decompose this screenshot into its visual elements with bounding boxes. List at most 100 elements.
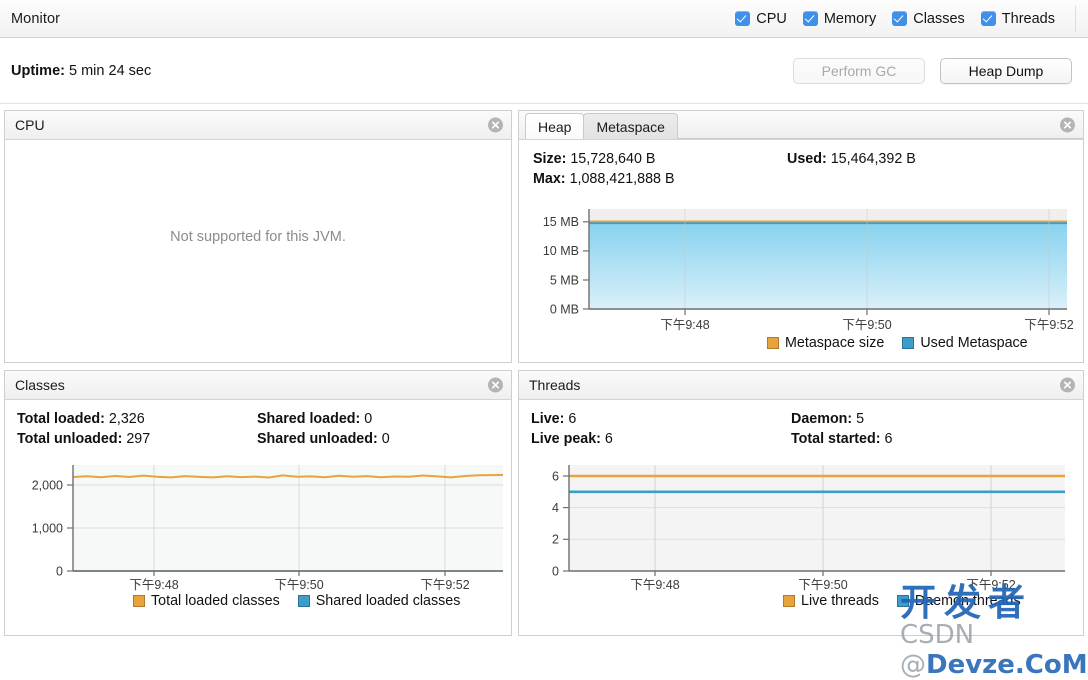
checkbox-threads-label: Threads xyxy=(1001,10,1055,27)
threads-stat-live-value: 6 xyxy=(568,411,577,427)
memory-stat-size-label: Size: xyxy=(533,151,567,167)
checkbox-memory[interactable]: Memory xyxy=(802,10,877,27)
uptime-row: Uptime: 5 min 24 sec Perform GC Heap Dum… xyxy=(0,38,1088,104)
checkbox-classes[interactable]: Classes xyxy=(892,11,965,27)
checkbox-classes-label: Classes xyxy=(913,10,965,27)
cpu-panel-title: CPU xyxy=(15,117,45,133)
uptime-label: Uptime: xyxy=(11,62,65,79)
cpu-panel-header: CPU xyxy=(5,111,511,140)
legend-swatch-icon xyxy=(297,595,310,607)
legend-swatch-icon xyxy=(783,595,795,607)
classes-panel-title: Classes xyxy=(15,377,65,393)
check-icon xyxy=(980,11,996,26)
classes-stat-total-unloaded: Total unloaded: 297 xyxy=(17,431,150,447)
classes-stat-shared-loaded: Shared loaded: 0 xyxy=(257,411,390,427)
close-icon[interactable] xyxy=(488,377,503,393)
classes-stat-total-unloaded-value: 297 xyxy=(126,431,151,447)
memory-tabs: Heap Metaspace xyxy=(519,111,1083,140)
memory-stat-max: Max: 1,088,421,888 B xyxy=(533,171,675,187)
page-title: Monitor xyxy=(11,10,61,27)
checkbox-threads[interactable]: Threads xyxy=(980,10,1055,27)
toolbar-divider xyxy=(1075,5,1076,32)
threads-panel: Threads Live: 6 Live peak: 6 Daemon: 5 T… xyxy=(518,370,1084,636)
threads-panel-header: Threads xyxy=(519,371,1083,400)
legend-label: Daemon threads xyxy=(914,593,1021,609)
threads-stat-live-peak-label: Live peak: xyxy=(531,431,601,447)
legend-swatch-icon xyxy=(767,337,779,349)
y-tick-label: 0 xyxy=(56,565,63,579)
x-tick-label: 下午9:52 xyxy=(1024,318,1073,332)
y-tick-label: 4 xyxy=(552,501,559,515)
classes-stat-shared-unloaded: Shared unloaded: 0 xyxy=(257,431,390,447)
x-tick-label: 下午9:48 xyxy=(129,578,178,592)
close-icon[interactable] xyxy=(1060,117,1075,133)
legend-swatch-icon xyxy=(133,595,145,607)
memory-panel: Heap Metaspace Size: 15,728,640 B Max: 1… xyxy=(518,110,1084,363)
monitor-toolbar: Monitor CPU Memory Classes Threads xyxy=(0,0,1088,38)
heap-dump-button[interactable]: Heap Dump xyxy=(940,57,1072,84)
threads-stats-right: Daemon: 5 Total started: 6 xyxy=(791,411,892,451)
legend-label: Shared loaded classes xyxy=(315,593,461,609)
checkbox-memory-label: Memory xyxy=(823,10,877,27)
classes-stat-shared-unloaded-value: 0 xyxy=(381,431,390,447)
legend-item-shared-loaded-classes: Shared loaded classes xyxy=(297,593,461,609)
memory-stats-right: Used: 15,464,392 B xyxy=(787,151,916,171)
memory-stat-used: Used: 15,464,392 B xyxy=(787,151,916,167)
watermark-sub-brand: Devze.CoM xyxy=(926,650,1088,680)
classes-stat-total-unloaded-label: Total unloaded: xyxy=(17,431,123,447)
uptime-value: 5 min 24 sec xyxy=(69,62,152,79)
perform-gc-button[interactable]: Perform GC xyxy=(793,57,925,84)
legend-label: Metaspace size xyxy=(785,335,885,351)
classes-stats-right: Shared loaded: 0 Shared unloaded: 0 xyxy=(257,411,390,451)
check-icon xyxy=(802,11,818,26)
checkbox-cpu[interactable]: CPU xyxy=(735,11,787,27)
close-icon[interactable] xyxy=(1060,377,1075,393)
classes-chart: 2,000 1,000 0 下午9:48 下午9:50 下午9:52 Total… xyxy=(9,461,509,609)
uptime-info: Uptime: 5 min 24 sec xyxy=(11,63,151,79)
legend-label: Live threads xyxy=(801,593,879,609)
threads-chart-svg: 6 4 2 0 下午9:48 下午9:50 下午9:52 xyxy=(552,465,1065,592)
y-tick-label: 2,000 xyxy=(32,479,63,493)
x-tick-label: 下午9:50 xyxy=(842,318,891,332)
threads-stat-total-started-value: 6 xyxy=(884,431,893,447)
memory-stat-max-label: Max: xyxy=(533,171,566,187)
x-tick-label: 下午9:50 xyxy=(274,578,323,592)
legend-label: Total loaded classes xyxy=(151,593,280,609)
classes-panel: Classes Total loaded: 2,326 Total unload… xyxy=(4,370,512,636)
checkbox-cpu-label: CPU xyxy=(756,10,787,27)
close-icon[interactable] xyxy=(488,117,503,133)
tabs-filler xyxy=(676,113,1083,139)
y-tick-label: 1,000 xyxy=(32,522,63,536)
metaspace-chart: 15 MB 10 MB 5 MB 0 MB 下午9:48 下午9:50 下午9:… xyxy=(527,203,1075,351)
cpu-panel: CPU Not supported for this JVM. xyxy=(4,110,512,363)
tab-heap[interactable]: Heap xyxy=(525,113,585,139)
legend-swatch-icon xyxy=(896,595,909,607)
x-tick-label: 下午9:48 xyxy=(660,318,709,332)
classes-stats-left: Total loaded: 2,326 Total unloaded: 297 xyxy=(17,411,150,451)
x-tick-label: 下午9:48 xyxy=(630,578,679,592)
threads-stat-live-label: Live: xyxy=(531,411,565,427)
threads-stat-daemon: Daemon: 5 xyxy=(791,411,892,427)
classes-chart-svg: 2,000 1,000 0 下午9:48 下午9:50 下午9:52 xyxy=(32,465,504,592)
threads-panel-title: Threads xyxy=(529,377,581,393)
threads-stat-total-started: Total started: 6 xyxy=(791,431,892,447)
threads-stats-left: Live: 6 Live peak: 6 xyxy=(531,411,613,451)
classes-stat-shared-loaded-label: Shared loaded: xyxy=(257,411,361,427)
classes-stat-total-loaded-label: Total loaded: xyxy=(17,411,105,427)
check-icon xyxy=(735,11,751,26)
x-tick-label: 下午9:52 xyxy=(420,578,469,592)
tab-metaspace[interactable]: Metaspace xyxy=(583,113,678,139)
metaspace-legend: Metaspace size Used Metaspace xyxy=(767,335,1040,351)
y-tick-label: 2 xyxy=(552,533,559,547)
x-tick-label: 下午9:50 xyxy=(798,578,847,592)
classes-legend: Total loaded classes Shared loaded class… xyxy=(133,593,472,609)
legend-item-total-loaded-classes: Total loaded classes xyxy=(133,593,280,609)
memory-stat-max-value: 1,088,421,888 B xyxy=(569,171,675,187)
legend-item-live-threads: Live threads xyxy=(783,593,879,609)
y-tick-label: 0 MB xyxy=(550,303,579,317)
legend-item-metaspace-size: Metaspace size xyxy=(767,335,884,351)
threads-chart: 6 4 2 0 下午9:48 下午9:50 下午9:52 Live thread… xyxy=(525,461,1077,609)
memory-stat-size: Size: 15,728,640 B xyxy=(533,151,675,167)
classes-stat-total-loaded: Total loaded: 2,326 xyxy=(17,411,150,427)
memory-stat-size-value: 15,728,640 B xyxy=(570,151,656,167)
